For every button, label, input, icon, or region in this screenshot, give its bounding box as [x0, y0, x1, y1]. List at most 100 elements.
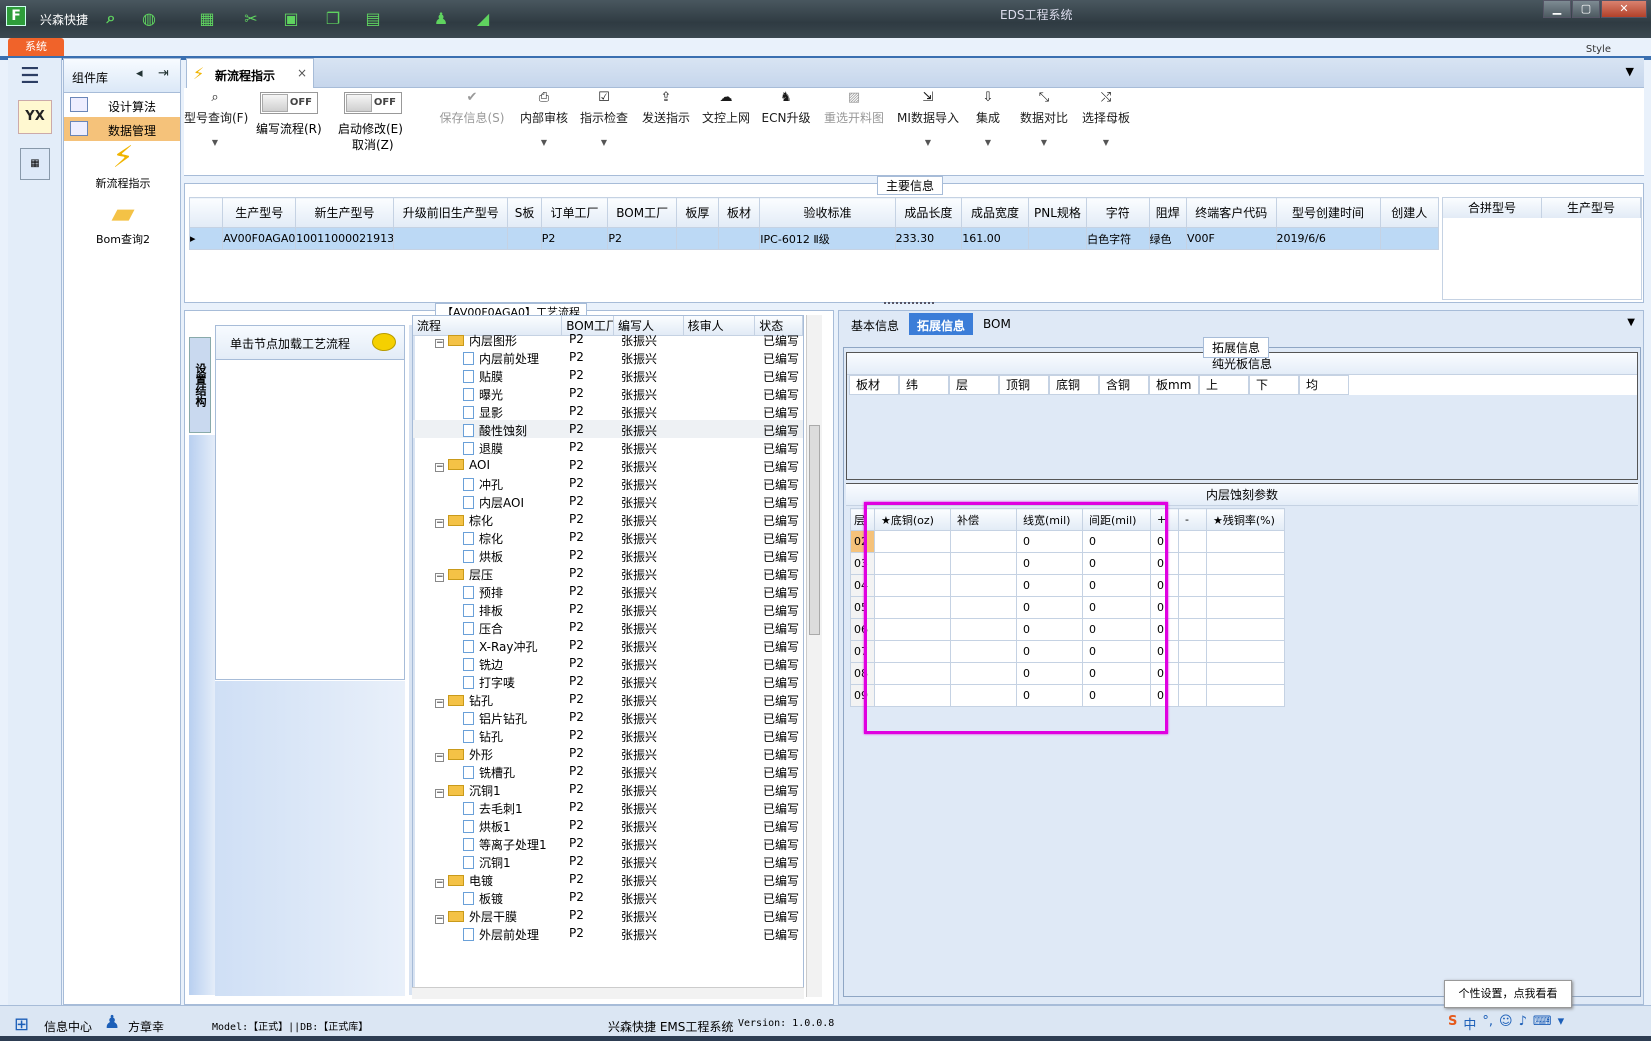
column-header[interactable]: 板mm: [1149, 375, 1199, 395]
table-cell[interactable]: [392, 227, 509, 250]
table-cell[interactable]: [1206, 530, 1285, 553]
pin-icon[interactable]: ⇥: [158, 66, 169, 81]
tree-node[interactable]: 打字唛 P2 张振兴 已编写: [413, 672, 803, 690]
column-header[interactable]: PNL规格: [1027, 197, 1088, 228]
ime-toolbar[interactable]: S 中 °, ☺ ♪ ⌨ ▾: [1448, 1014, 1564, 1033]
model-query-button[interactable]: ⌕ 型号查询(F) ▼: [184, 90, 248, 147]
tree-node[interactable]: 退膜 P2 张振兴 已编写: [413, 438, 803, 456]
column-header[interactable]: -: [1178, 508, 1207, 531]
table-cell[interactable]: [1379, 227, 1440, 250]
tree-node[interactable]: 酸性蚀刻 P2 张振兴 已编写: [413, 420, 803, 438]
table-icon[interactable]: ▦: [196, 7, 218, 29]
doc-control-upload-button[interactable]: ☁ 文控上网: [700, 90, 752, 126]
speech-bubble-icon[interactable]: [372, 333, 396, 351]
table-cell[interactable]: P2: [607, 227, 678, 250]
hamburger-icon[interactable]: ☰: [20, 64, 40, 89]
shirt-icon[interactable]: ▾: [1558, 1014, 1565, 1033]
column-header[interactable]: 板材: [849, 375, 899, 395]
tree-node[interactable]: 显影 P2 张振兴 已编写: [413, 402, 803, 420]
tree-node[interactable]: − 内层图形 P2 张振兴 已编写: [413, 330, 803, 348]
tree-node[interactable]: 预排 P2 张振兴 已编写: [413, 582, 803, 600]
vertical-scrollbar[interactable]: [806, 315, 822, 997]
tree-node[interactable]: 板镀 P2 张振兴 已编写: [413, 888, 803, 906]
table-cell[interactable]: [1178, 684, 1207, 707]
microphone-icon[interactable]: ♪: [1519, 1014, 1527, 1033]
column-header[interactable]: 下: [1249, 375, 1299, 395]
scroll-thumb[interactable]: [809, 425, 820, 635]
column-header[interactable]: 生产型号: [1542, 198, 1641, 218]
tree-node[interactable]: 沉铜1 P2 张振兴 已编写: [413, 852, 803, 870]
style-label[interactable]: Style: [1586, 44, 1611, 55]
tree-node[interactable]: 等离子处理1 P2 张振兴 已编写: [413, 834, 803, 852]
table-cell[interactable]: 161.00: [961, 227, 1029, 250]
column-header[interactable]: 创建人: [1379, 197, 1440, 228]
column-header[interactable]: 终端客户代码: [1186, 197, 1277, 228]
tree-node[interactable]: − 钻孔 P2 张振兴 已编写: [413, 690, 803, 708]
personalize-tooltip[interactable]: 个性设置，点我看看: [1444, 980, 1572, 1008]
column-header[interactable]: 阻焊: [1148, 197, 1188, 228]
column-header[interactable]: 底铜: [1049, 375, 1099, 395]
collapse-icon[interactable]: −: [435, 463, 444, 472]
table-cell[interactable]: [1206, 640, 1285, 663]
collapse-icon[interactable]: −: [435, 699, 444, 708]
column-header[interactable]: 订单工厂: [540, 197, 609, 228]
tree-node[interactable]: 压合 P2 张振兴 已编写: [413, 618, 803, 636]
column-header[interactable]: 升级前旧生产型号: [392, 197, 509, 228]
tree-node[interactable]: − 外形 P2 张振兴 已编写: [413, 744, 803, 762]
table-cell[interactable]: [1178, 530, 1207, 553]
tree-node[interactable]: 冲孔 P2 张振兴 已编写: [413, 474, 803, 492]
sogou-icon[interactable]: S: [1448, 1014, 1457, 1033]
send-instruction-button[interactable]: ⇪ 发送指示: [640, 90, 692, 126]
minimize-button[interactable]: ▁: [1543, 0, 1571, 18]
table-cell[interactable]: AV00F0AGA0: [222, 227, 297, 250]
collapse-left-icon[interactable]: ◂: [136, 66, 143, 81]
column-header[interactable]: 均: [1299, 375, 1349, 395]
collapse-icon[interactable]: −: [435, 879, 444, 888]
instruction-check-button[interactable]: ☑ 指示检查 ▼: [578, 90, 630, 147]
tree-node[interactable]: 贴膜 P2 张振兴 已编写: [413, 366, 803, 384]
internal-audit-button[interactable]: ⎙ 内部审核 ▼: [518, 90, 570, 147]
table-cell[interactable]: 10011000021913: [295, 227, 394, 250]
grid-icon[interactable]: ▤: [362, 7, 384, 29]
tree-node[interactable]: 外层前处理 P2 张振兴 已编写: [413, 924, 803, 942]
tree-node[interactable]: − 外层干膜 P2 张振兴 已编写: [413, 906, 803, 924]
column-header[interactable]: 板材: [717, 197, 761, 228]
table-cell[interactable]: 绿色: [1148, 227, 1188, 250]
save-info-button[interactable]: ✔ 保存信息(S): [436, 90, 508, 126]
chevron-down-icon[interactable]: ▼: [1627, 317, 1635, 328]
new-flow-shortcut[interactable]: ⚡ 新流程指示: [68, 141, 178, 191]
tab-structure[interactable]: 设置结构: [189, 337, 211, 433]
collapse-icon[interactable]: −: [435, 915, 444, 924]
tree-node[interactable]: 铣槽孔 P2 张振兴 已编写: [413, 762, 803, 780]
punctuation-icon[interactable]: °,: [1482, 1014, 1493, 1033]
column-header[interactable]: 层: [949, 375, 999, 395]
tree-node[interactable]: − 电镀 P2 张振兴 已编写: [413, 870, 803, 888]
table-cell[interactable]: [1178, 552, 1207, 575]
windows-icon[interactable]: ⊞: [14, 1014, 29, 1035]
tab-basic-info[interactable]: 基本信息: [843, 313, 907, 335]
ime-mode[interactable]: 中: [1463, 1014, 1476, 1033]
table-cell[interactable]: [1178, 618, 1207, 641]
tree-node[interactable]: − 沉铜1 P2 张振兴 已编写: [413, 780, 803, 798]
collapse-icon[interactable]: −: [435, 753, 444, 762]
column-header[interactable]: 纬: [899, 375, 949, 395]
table-cell[interactable]: 白色字符: [1086, 227, 1150, 250]
search-icon[interactable]: ⌕: [100, 7, 122, 29]
table-row[interactable]: ▸ AV00F0AGA0 10011000021913 P2 P2 IPC-6012 Ⅱ级…: [188, 227, 1440, 250]
table-cell[interactable]: [1178, 596, 1207, 619]
tree-node[interactable]: − 棕化 P2 张振兴 已编写: [413, 510, 803, 528]
sidebar-item-design-algorithm[interactable]: 设计算法: [64, 93, 180, 117]
tree-node[interactable]: 铣边 P2 张振兴 已编写: [413, 654, 803, 672]
column-header[interactable]: S板: [507, 197, 542, 228]
tab-close-icon[interactable]: ×: [297, 66, 307, 80]
info-center-link[interactable]: 信息中心: [44, 1018, 92, 1035]
tree-node[interactable]: 铝片钻孔 P2 张振兴 已编写: [413, 708, 803, 726]
table-cell[interactable]: V00F: [1186, 227, 1277, 250]
tree-node[interactable]: 去毛刺1 P2 张振兴 已编写: [413, 798, 803, 816]
copy-icon[interactable]: ❐: [322, 7, 344, 29]
cancel-modify-label[interactable]: 取消(Z): [352, 136, 394, 153]
user-icon[interactable]: ♟: [430, 7, 452, 29]
column-header[interactable]: BOM工厂: [607, 197, 678, 228]
table-cell[interactable]: [1178, 662, 1207, 685]
table-cell[interactable]: [1178, 640, 1207, 663]
